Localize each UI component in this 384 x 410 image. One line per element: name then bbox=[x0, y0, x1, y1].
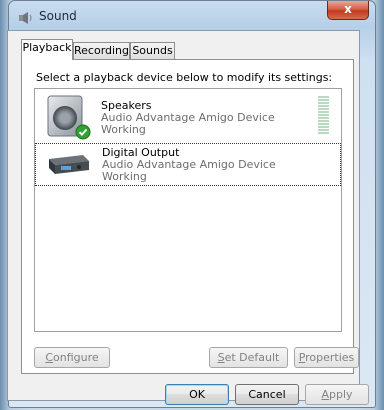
window-title: Sound bbox=[39, 9, 77, 23]
title-bar[interactable]: Sound x bbox=[9, 1, 375, 31]
tab-playback[interactable]: Playback bbox=[21, 39, 73, 60]
cancel-button[interactable]: Cancel bbox=[235, 384, 299, 405]
tab-sounds[interactable]: Sounds bbox=[130, 42, 175, 59]
set-default-button[interactable]: Set Default bbox=[209, 347, 288, 368]
set-default-label: et Default bbox=[224, 351, 280, 364]
configure-button[interactable]: Configure bbox=[34, 347, 110, 368]
close-icon: x bbox=[344, 2, 352, 16]
device-status: Working bbox=[101, 123, 146, 136]
apply-mnemonic: A bbox=[321, 388, 329, 401]
close-button[interactable]: x bbox=[327, 1, 369, 20]
ok-button[interactable]: OK bbox=[165, 384, 229, 405]
configure-mnemonic: C bbox=[45, 351, 54, 364]
configure-label: onfigure bbox=[53, 351, 99, 364]
instruction-text: Select a playback device below to modify… bbox=[36, 71, 333, 84]
default-device-check-icon bbox=[75, 124, 91, 144]
properties-button[interactable]: Properties bbox=[294, 347, 359, 368]
tab-playback-label: Playback bbox=[22, 41, 72, 54]
properties-label: roperties bbox=[305, 351, 355, 364]
device-list[interactable]: Speakers Audio Advantage Amigo Device Wo… bbox=[34, 88, 342, 332]
tab-recording[interactable]: Recording bbox=[73, 42, 130, 59]
list-item-digital-output[interactable]: Digital Output Audio Advantage Amigo Dev… bbox=[35, 143, 341, 186]
list-item-speakers[interactable]: Speakers Audio Advantage Amigo Device Wo… bbox=[35, 91, 341, 141]
device-status: Working bbox=[102, 170, 147, 183]
speaker-small-icon bbox=[18, 10, 34, 24]
tab-sounds-label: Sounds bbox=[132, 44, 173, 57]
volume-meter bbox=[318, 96, 329, 135]
apply-label: pply bbox=[329, 388, 353, 401]
apply-button[interactable]: Apply bbox=[305, 384, 369, 405]
tab-recording-label: Recording bbox=[74, 44, 130, 57]
set-default-mnemonic: S bbox=[217, 351, 225, 364]
digital-output-icon bbox=[45, 152, 91, 180]
